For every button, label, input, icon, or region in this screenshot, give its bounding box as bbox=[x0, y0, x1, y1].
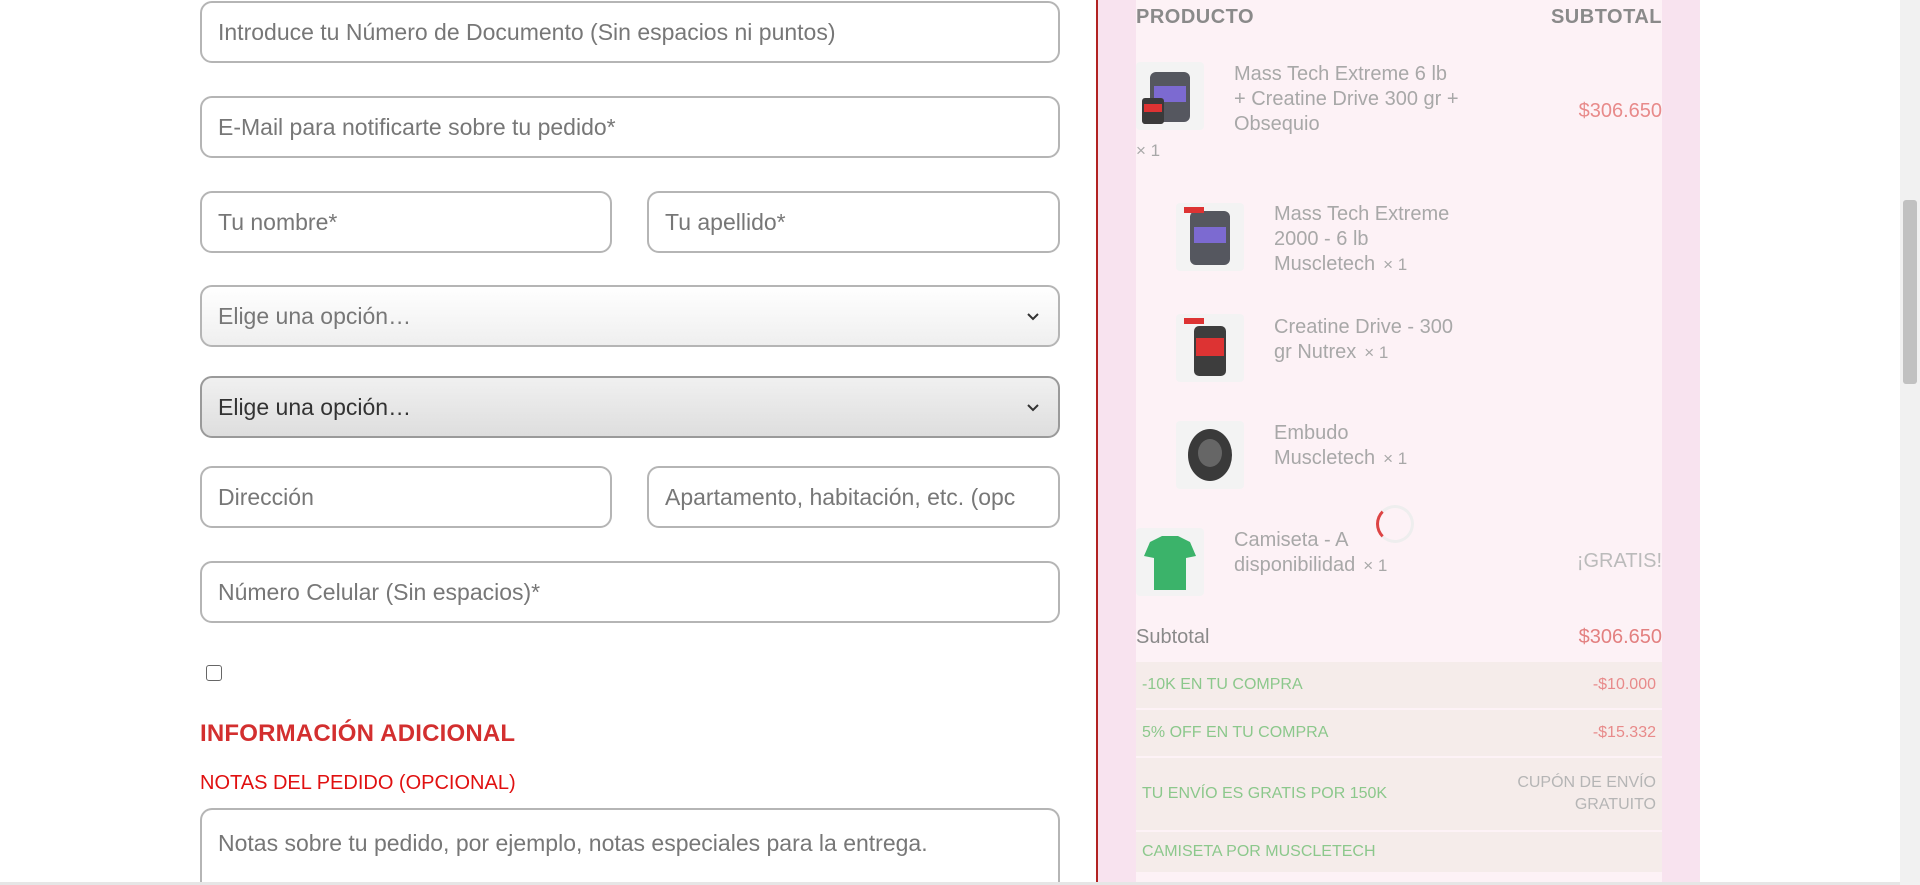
product-column-header: PRODUCTO bbox=[1136, 6, 1255, 28]
checkbox[interactable] bbox=[206, 665, 222, 681]
coupon-amount: -$15.332 bbox=[1592, 724, 1656, 741]
first-name-placeholder: Tu nombre* bbox=[218, 208, 338, 235]
coupon-amount: -$10.000 bbox=[1592, 676, 1656, 693]
subtotal-value: $306.650 bbox=[1578, 626, 1662, 648]
coupon-row: TU ENVÍO ES GRATIS POR 150K CUPÓN DE ENV… bbox=[1136, 758, 1662, 830]
order-notes-textarea[interactable]: Notas sobre tu pedido, por ejemplo, nota… bbox=[200, 808, 1060, 885]
subtotal-row: Subtotal $306.650 bbox=[1136, 626, 1662, 649]
main-product-price: $306.650 bbox=[1578, 100, 1662, 122]
apartment-field[interactable]: Apartamento, habitación, etc. (opc bbox=[647, 466, 1060, 528]
bundle-item: Creatine Drive - 300 gr Nutrex × 1 bbox=[1274, 315, 1464, 365]
apartment-placeholder: Apartamento, habitación, etc. (opc bbox=[665, 483, 1016, 510]
coupon-name: TU ENVÍO ES GRATIS POR 150K bbox=[1142, 785, 1388, 802]
billing-form: Introduce tu Número de Documento (Sin es… bbox=[200, 0, 1060, 885]
email-placeholder: E-Mail para notificarte sobre tu pedido* bbox=[218, 113, 616, 140]
address-field[interactable]: Dirección bbox=[200, 466, 612, 528]
scrollbar-thumb[interactable] bbox=[1903, 200, 1917, 384]
coupon-amount: CUPÓN DE ENVÍO GRATUITO bbox=[1517, 774, 1656, 813]
email-field[interactable]: E-Mail para notificarte sobre tu pedido* bbox=[200, 96, 1060, 158]
gift-item-qty: × 1 bbox=[1363, 556, 1388, 575]
bundle-item-thumbnail bbox=[1176, 203, 1244, 271]
bundle-item: Mass Tech Extreme 2000 - 6 lb Muscletech… bbox=[1274, 202, 1464, 277]
coupon-name: CAMISETA POR MUSCLETECH bbox=[1142, 843, 1376, 860]
first-name-field[interactable]: Tu nombre* bbox=[200, 191, 612, 253]
subtotal-column-header: SUBTOTAL bbox=[1550, 6, 1662, 28]
bundle-item-qty: × 1 bbox=[1383, 255, 1408, 274]
gift-price: ¡GRATIS! bbox=[1576, 550, 1662, 572]
address-placeholder: Dirección bbox=[218, 483, 314, 510]
coupon-row: CAMISETA POR MUSCLETECH bbox=[1136, 832, 1662, 872]
coupon-name: 5% OFF EN TU COMPRA bbox=[1142, 724, 1329, 741]
order-notes-label: NOTAS DEL PEDIDO (OPCIONAL) bbox=[200, 772, 516, 794]
main-product-name-text: Mass Tech Extreme 6 lb + Creatine Drive … bbox=[1234, 63, 1459, 135]
bundle-item-name: Mass Tech Extreme 2000 - 6 lb Muscletech bbox=[1274, 203, 1450, 275]
main-product-name: Mass Tech Extreme 6 lb + Creatine Drive … bbox=[1234, 62, 1464, 137]
subtotal-label: Subtotal bbox=[1136, 626, 1210, 648]
order-summary: PRODUCTO SUBTOTAL Mass Tech Extreme 6 lb… bbox=[1136, 0, 1662, 885]
state-select-value: Elige una opción… bbox=[218, 302, 412, 329]
document-number-field[interactable]: Introduce tu Número de Documento (Sin es… bbox=[200, 1, 1060, 63]
gift-item-name: Camiseta - A disponibilidad bbox=[1234, 529, 1356, 576]
last-name-field[interactable]: Tu apellido* bbox=[647, 191, 1060, 253]
page-scrollbar[interactable] bbox=[1900, 0, 1920, 885]
coupon-row: -10K EN TU COMPRA -$10.000 bbox=[1136, 662, 1662, 708]
bundle-item-thumbnail bbox=[1176, 314, 1244, 382]
bundle-item-qty: × 1 bbox=[1364, 343, 1389, 362]
gift-thumbnail bbox=[1136, 528, 1204, 596]
summary-header: PRODUCTO SUBTOTAL bbox=[1136, 6, 1662, 29]
main-product-qty: × 1 bbox=[1136, 141, 1161, 160]
chevron-down-icon bbox=[1024, 307, 1042, 325]
coupon-name: -10K EN TU COMPRA bbox=[1142, 676, 1303, 693]
bundle-item-name: Embudo Muscletech bbox=[1274, 422, 1376, 469]
state-select[interactable]: Elige una opción… bbox=[200, 285, 1060, 347]
bundle-item: Embudo Muscletech × 1 bbox=[1274, 421, 1434, 471]
additional-info-heading: INFORMACIÓN ADICIONAL bbox=[200, 720, 516, 747]
phone-field[interactable]: Número Celular (Sin espacios)* bbox=[200, 561, 1060, 623]
last-name-placeholder: Tu apellido* bbox=[665, 208, 786, 235]
bundle-item-thumbnail bbox=[1176, 421, 1244, 489]
phone-placeholder: Número Celular (Sin espacios)* bbox=[218, 578, 541, 605]
city-select-value: Elige una opción… bbox=[218, 393, 412, 420]
order-notes-placeholder: Notas sobre tu pedido, por ejemplo, nota… bbox=[218, 830, 928, 856]
bundle-item-qty: × 1 bbox=[1383, 449, 1408, 468]
document-number-placeholder: Introduce tu Número de Documento (Sin es… bbox=[218, 18, 836, 45]
gift-item: Camiseta - A disponibilidad × 1 bbox=[1234, 528, 1434, 578]
coupon-row: 5% OFF EN TU COMPRA -$15.332 bbox=[1136, 710, 1662, 756]
city-select[interactable]: Elige una opción… bbox=[200, 376, 1060, 438]
chevron-down-icon bbox=[1024, 398, 1042, 416]
product-thumbnail bbox=[1136, 62, 1204, 130]
